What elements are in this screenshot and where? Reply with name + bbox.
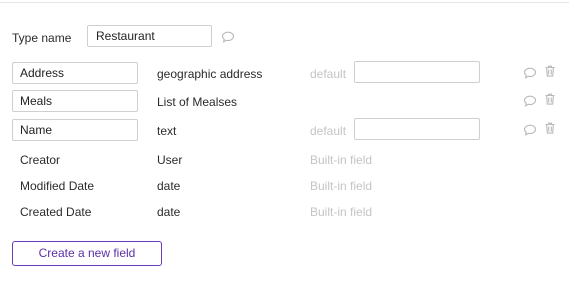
builtin-field-name: Created Date [20, 205, 92, 219]
comment-icon[interactable] [523, 66, 537, 80]
type-name-input[interactable] [87, 25, 212, 47]
builtin-field-name: Modified Date [20, 179, 95, 193]
builtin-field-name: Creator [20, 153, 61, 167]
builtin-field-type: date [157, 179, 181, 193]
comment-icon[interactable] [523, 123, 537, 137]
trash-icon[interactable] [543, 64, 557, 78]
trash-icon[interactable] [543, 92, 557, 106]
field-name-input-address[interactable] [12, 62, 138, 84]
default-value-input-address[interactable] [354, 61, 480, 83]
builtin-field-type: User [157, 153, 183, 167]
top-divider [0, 2, 569, 3]
comment-icon[interactable] [523, 94, 537, 108]
comment-icon[interactable] [221, 30, 235, 44]
builtin-field-type: date [157, 205, 181, 219]
builtin-field-note: Built-in field [310, 153, 373, 167]
builtin-field-note: Built-in field [310, 179, 373, 193]
create-new-field-button[interactable]: Create a new field [12, 241, 162, 266]
trash-icon[interactable] [543, 121, 557, 135]
field-type-address: geographic address [157, 67, 263, 81]
field-name-input-meals[interactable] [12, 90, 138, 112]
default-label-name: default [310, 124, 347, 138]
field-name-input-name[interactable] [12, 119, 138, 141]
type-name-label: Type name [12, 31, 72, 45]
default-label-address: default [310, 67, 347, 81]
field-type-meals: List of Mealses [157, 95, 238, 109]
builtin-field-note: Built-in field [310, 205, 373, 219]
field-type-name: text [157, 124, 177, 138]
default-value-input-name[interactable] [354, 118, 480, 140]
